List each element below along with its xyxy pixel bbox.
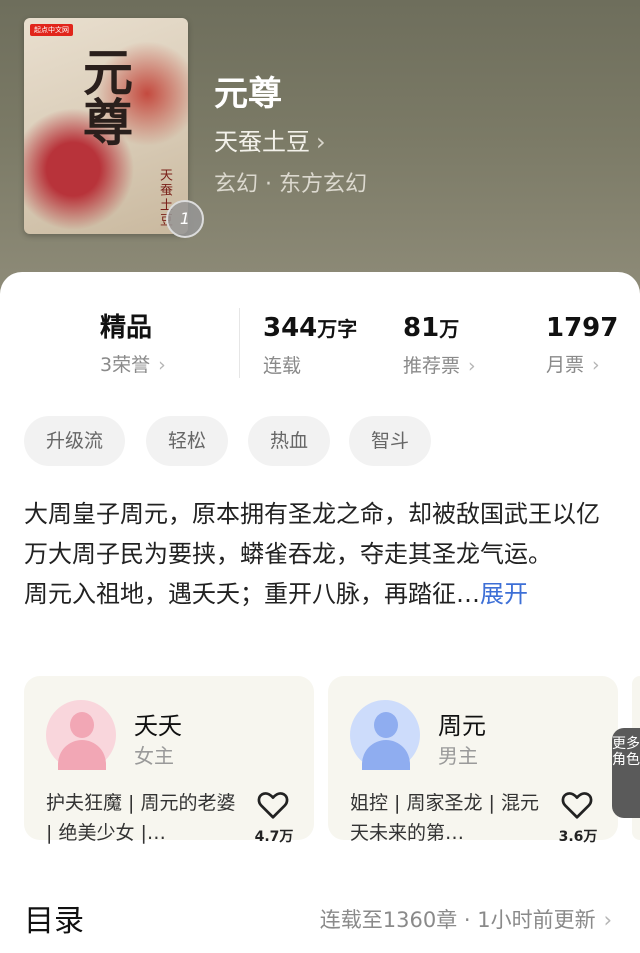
synopsis-paragraph: 周元入祖地，遇夭夭；重开八脉，再踏征… [24,580,480,608]
heart-icon[interactable] [256,790,290,820]
tag-chip[interactable]: 热血 [248,416,331,466]
character-description: 护夫狂魔 | 周元的老婆 | 绝美少女 |… [46,792,236,844]
more-characters-button[interactable]: 更多角色 [612,728,640,818]
stat-divider [239,308,240,378]
like-count: 4.7万 [254,829,294,845]
heart-icon[interactable] [560,790,594,820]
stat-quality-value: 精品 [100,313,153,343]
chevron-right-icon: › [603,908,612,932]
chevron-right-icon: › [468,355,476,377]
stat-quality[interactable]: 精品 3荣誉 › [100,312,166,377]
character-description: 姐控 | 周家圣龙 | 混元天未来的第… [350,792,539,844]
character-card[interactable]: 夭夭 女主 护夫狂魔 | 周元的老婆 | 绝美少女 |… 4.7万 [24,676,314,845]
stat-recommend-unit: 万 [439,317,460,341]
author-link[interactable]: 天蚕土豆 › [214,122,326,157]
avatar [46,700,116,770]
author-name: 天蚕土豆 [214,128,310,156]
stat-monthly-votes[interactable]: 1797 月票 › [546,312,618,377]
character-role: 女主 [134,744,174,768]
chevron-right-icon: › [316,128,326,156]
stat-recommend-votes[interactable]: 81万 推荐票 › [403,312,476,378]
detail-panel: 精品 3荣誉 › 344万字 连载 81万 推荐票 › 1797 月票 › 升级流 轻… [0,272,640,953]
avatar [350,700,420,770]
stat-recommend-label: 推荐票 [403,355,461,377]
cover-title: 元尊 [75,46,134,146]
book-synopsis[interactable]: 大周皇子周元，原本拥有圣龙之命，却被敌国武王以亿万大周子民为要挟，蟒雀吞龙，夺走… [24,494,614,614]
stat-monthly-value: 1797 [546,313,619,343]
book-title: 元尊 [214,74,282,114]
character-name: 夭夭 [134,712,182,740]
stat-word-count-unit: 万字 [317,317,358,341]
stat-monthly-label: 月票 [546,354,585,376]
character-role: 男主 [438,744,478,768]
book-cover[interactable]: 起点中文网 元尊 天蚕土豆 [24,18,188,234]
tag-chip[interactable]: 轻松 [146,416,229,466]
stat-word-count: 344万字 连载 [263,312,357,378]
chevron-right-icon: › [158,354,166,376]
rank-badge-icon: 1 [166,200,204,238]
book-genre: 玄幻 · 东方玄幻 [214,172,367,197]
chevron-right-icon: › [592,354,600,376]
toc-link[interactable]: 连载至1360章 · 1小时前更新 › [320,904,612,934]
stat-honors-label: 3荣誉 [100,354,151,376]
toc-update-status: 连载至1360章 · 1小时前更新 [319,908,596,932]
character-name: 周元 [438,712,486,740]
expand-synopsis-link[interactable]: 展开 [480,580,528,608]
stat-recommend-value: 81 [403,313,440,343]
like-count: 3.6万 [558,829,598,845]
toc-title: 目录 [24,904,84,939]
cover-publisher-badge: 起点中文网 [30,24,73,36]
book-header: 起点中文网 元尊 天蚕土豆 1 元尊 天蚕土豆 › 玄幻 · 东方玄幻 [0,0,640,300]
stat-status-label: 连载 [263,355,302,377]
synopsis-paragraph: 大周皇子周元，原本拥有圣龙之命，却被敌国武王以亿万大周子民为要挟，蟒雀吞龙，夺走… [24,500,600,568]
stat-word-count-value: 344 [263,313,318,343]
tag-chip[interactable]: 升级流 [24,416,126,466]
tag-chip[interactable]: 智斗 [349,416,432,466]
character-card[interactable]: 周元 男主 姐控 | 周家圣龙 | 混元天未来的第… 3.6万 [328,676,618,845]
